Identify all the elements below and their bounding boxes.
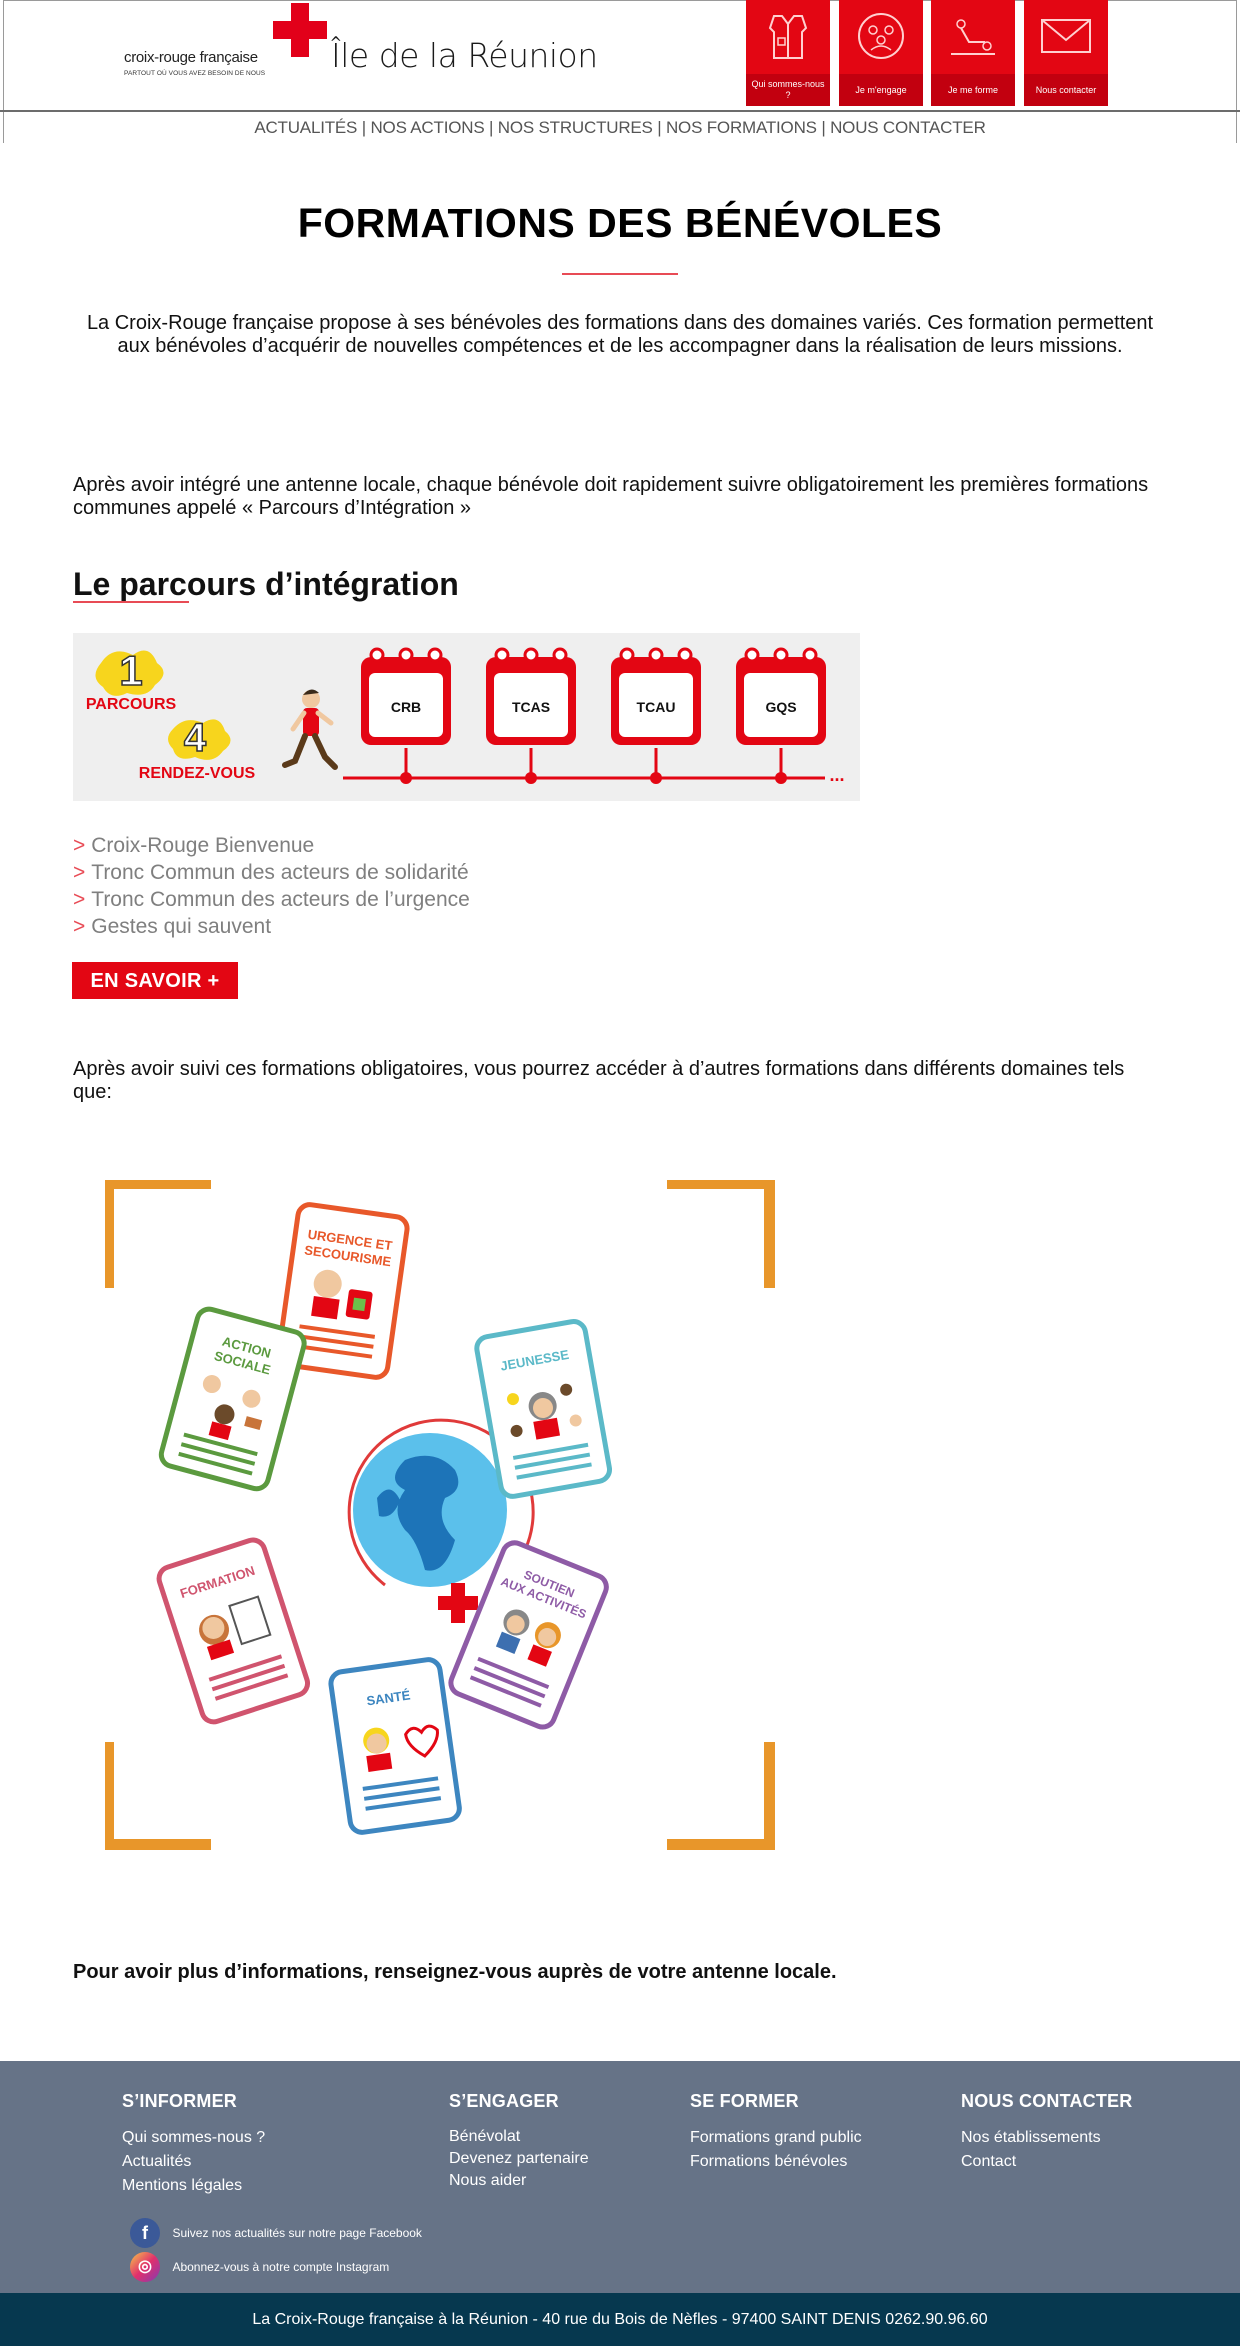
nav-item-contact[interactable]: NOUS CONTACTER — [830, 118, 986, 137]
community-icon — [858, 13, 904, 59]
footer-link[interactable]: Bénévolat — [449, 2126, 589, 2148]
footer-column-title: SE FORMER — [690, 2091, 799, 2111]
footer-column-informer: S’INFORMER Qui sommes-nous ? Actualités … — [122, 2091, 265, 2198]
footer-link[interactable]: Nous aider — [449, 2170, 589, 2192]
nav-item-structures[interactable]: NOS STRUCTURES — [498, 118, 653, 137]
title-underline — [562, 273, 678, 275]
intro-text: La Croix-Rouge française propose à ses b… — [86, 312, 1154, 357]
section-title: Le parcours d’intégration — [73, 566, 459, 602]
list-item: > Tronc Commun des acteurs de l’urgence — [73, 886, 470, 913]
vest-icon — [768, 15, 808, 59]
page-title: FORMATIONS DES BÉNÉVOLES — [297, 200, 943, 246]
other-trainings-text: Après avoir suivi ces formations obligat… — [73, 1058, 1125, 1103]
quick-link-about[interactable]: Qui sommes-nous ? — [746, 0, 830, 106]
step-label: TCAU — [637, 699, 676, 715]
footer-column-engager: S’ENGAGER Bénévolat Devenez partenaire N… — [449, 2091, 589, 2192]
step-label: CRB — [391, 699, 421, 715]
footer-column-title: S’INFORMER — [122, 2091, 238, 2111]
chevron-right-icon: > — [73, 915, 86, 938]
calendar-step-gqs: GQS — [736, 647, 826, 784]
timeline-ellipsis: ... — [829, 765, 844, 785]
quick-link-label: Je me forme — [947, 85, 998, 95]
red-cross-logo-icon — [273, 3, 327, 57]
footer-link[interactable]: Formations grand public — [690, 2126, 862, 2150]
quick-link-label: Qui sommes-nous ? — [751, 79, 825, 100]
chevron-right-icon: > — [73, 888, 86, 911]
address-bar: La Croix-Rouge française à la Réunion - … — [0, 2293, 1240, 2346]
quick-link-label: Nous contacter — [1035, 85, 1097, 95]
social-text: Suivez nos actualités sur notre page Fac… — [172, 2226, 422, 2240]
course-name: Tronc Commun des acteurs de solidarité — [91, 861, 469, 884]
facebook-link[interactable]: f Suivez nos actualités sur notre page F… — [130, 2218, 422, 2248]
footer-link[interactable]: Formations bénévoles — [690, 2150, 862, 2174]
footer-link[interactable]: Qui sommes-nous ? — [122, 2126, 265, 2150]
course-name: Gestes qui sauvent — [91, 915, 272, 938]
nav-item-formations[interactable]: NOS FORMATIONS — [666, 118, 817, 137]
domain-card-formation: FORMATION — [156, 1537, 311, 1725]
logo-tagline: PARTOUT OÙ VOUS AVEZ BESOIN DE NOUS — [124, 70, 266, 77]
instagram-icon: ◎ — [130, 2252, 160, 2282]
region-title: Île de la Réunion — [331, 36, 598, 75]
course-name: Croix-Rouge Bienvenue — [91, 834, 315, 857]
header-divider — [0, 110, 1240, 112]
quick-link-contact[interactable]: Nous contacter — [1024, 0, 1108, 106]
footer-column-title: NOUS CONTACTER — [961, 2091, 1133, 2111]
section-underline — [73, 601, 189, 603]
frame-corner — [100, 1175, 211, 1288]
chevron-right-icon: > — [73, 861, 86, 884]
quick-link-training[interactable]: Je me forme — [931, 0, 1015, 106]
first-aid-icon — [951, 19, 995, 55]
nav-item-actions[interactable]: NOS ACTIONS — [370, 118, 484, 137]
footer-column-contacter: NOUS CONTACTER Nos établissements Contac… — [961, 2091, 1132, 2174]
calendar-step-tcau: TCAU — [611, 647, 701, 784]
quick-link-engage[interactable]: Je m'engage — [839, 0, 923, 106]
badge-1-number: 1 — [119, 647, 142, 694]
site-footer: S’INFORMER Qui sommes-nous ? Actualités … — [0, 2061, 1240, 2293]
footer-link[interactable]: Actualités — [122, 2150, 265, 2174]
frame-corner — [667, 1175, 778, 1288]
nav-item-actualites[interactable]: ACTUALITÉS — [254, 118, 357, 137]
footer-link[interactable]: Mentions légales — [122, 2174, 265, 2198]
parcours-graphic: 1 PARCOURS 4 RENDEZ-VOUS ... CRB TCAS TC… — [86, 646, 845, 785]
course-list: > Croix-Rouge Bienvenue > Tronc Commun des… — [73, 832, 470, 940]
parcours-illustration: 1 PARCOURS 4 RENDEZ-VOUS ... CRB TCAS TC… — [73, 633, 860, 801]
social-text: Abonnez-vous à notre compte Instagram — [172, 2260, 390, 2274]
footer-column-title: S’ENGAGER — [449, 2091, 559, 2111]
footer-link[interactable]: Devenez partenaire — [449, 2148, 589, 2170]
footer-link[interactable]: Nos établissements — [961, 2126, 1132, 2150]
learn-more-button[interactable]: EN SAVOIR + — [71, 961, 239, 1000]
quick-link-label: Je m'engage — [855, 85, 907, 95]
mail-icon — [1041, 19, 1091, 53]
list-item: > Tronc Commun des acteurs de solidarité — [73, 859, 470, 886]
training-domains-illustration: URGENCE ET SECOURISME JEUNESSE SOUTIEN A… — [100, 1175, 778, 1853]
badge-2-number: 4 — [184, 716, 207, 760]
closing-text: Pour avoir plus d’informations, renseign… — [73, 1961, 837, 1983]
calendar-step-tcas: TCAS — [486, 647, 576, 784]
volunteer-runner-icon — [282, 689, 338, 770]
frame-corner — [667, 1742, 778, 1853]
site-header: croix-rouge française PARTOUT OÙ VOUS AV… — [0, 0, 1240, 143]
main-nav: ACTUALITÉS | NOS ACTIONS | NOS STRUCTURE… — [254, 118, 986, 137]
badge-2-label: RENDEZ-VOUS — [139, 765, 256, 782]
list-item: > Croix-Rouge Bienvenue — [73, 832, 470, 859]
domain-card-action-sociale: ACTION SOCIALE — [158, 1306, 307, 1492]
list-item: > Gestes qui sauvent — [73, 913, 470, 940]
facebook-icon: f — [130, 2218, 160, 2248]
domain-card-sante: SANTÉ — [328, 1657, 462, 1835]
chevron-right-icon: > — [73, 834, 86, 857]
step-label: TCAS — [512, 699, 550, 715]
footer-column-former: SE FORMER Formations grand public Format… — [690, 2091, 862, 2174]
badge-1-label: PARCOURS — [86, 696, 177, 713]
step-label: GQS — [765, 699, 796, 715]
frame-corner — [100, 1742, 211, 1853]
integration-text: Après avoir intégré une antenne locale, … — [73, 474, 1149, 519]
instagram-link[interactable]: ◎ Abonnez-vous à notre compte Instagram — [130, 2252, 389, 2282]
calendar-step-crb: CRB — [361, 647, 451, 784]
logo-name: croix-rouge française — [124, 49, 258, 66]
course-name: Tronc Commun des acteurs de l’urgence — [91, 888, 470, 911]
footer-link[interactable]: Contact — [961, 2150, 1132, 2174]
domains-graphic: URGENCE ET SECOURISME JEUNESSE SOUTIEN A… — [100, 1175, 778, 1853]
